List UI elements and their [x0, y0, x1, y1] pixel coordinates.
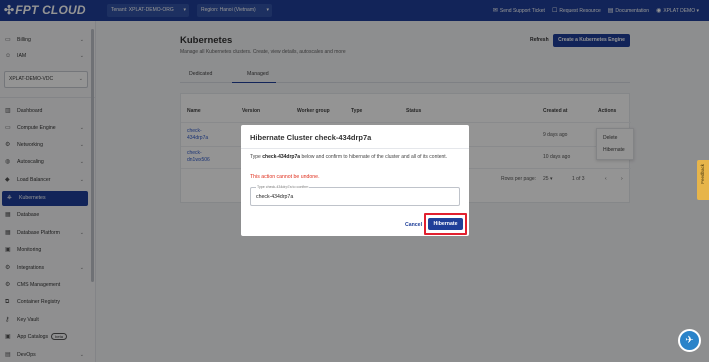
confirm-field-value: check-434drp7a: [256, 194, 294, 200]
dialog-warning: This action cannot be undone.: [250, 174, 320, 180]
confirm-field-label: Type check-434drp7a to confirm: [256, 185, 310, 189]
dialog-divider: [241, 148, 469, 149]
dialog-title: Hibernate Cluster check-434drp7a: [250, 133, 372, 142]
feedback-tab[interactable]: Feedback: [697, 160, 709, 200]
dialog-description: Type check-434drp7a below and confirm to…: [250, 154, 448, 160]
help-assistant-icon[interactable]: ✈: [678, 329, 701, 352]
hibernate-cluster-dialog: Hibernate Cluster check-434drp7a Type ch…: [241, 125, 469, 236]
cancel-button[interactable]: Cancel: [405, 222, 422, 228]
hibernate-button[interactable]: Hibernate: [428, 218, 463, 230]
confirm-name-field[interactable]: Type check-434drp7a to confirm check-434…: [250, 185, 460, 206]
